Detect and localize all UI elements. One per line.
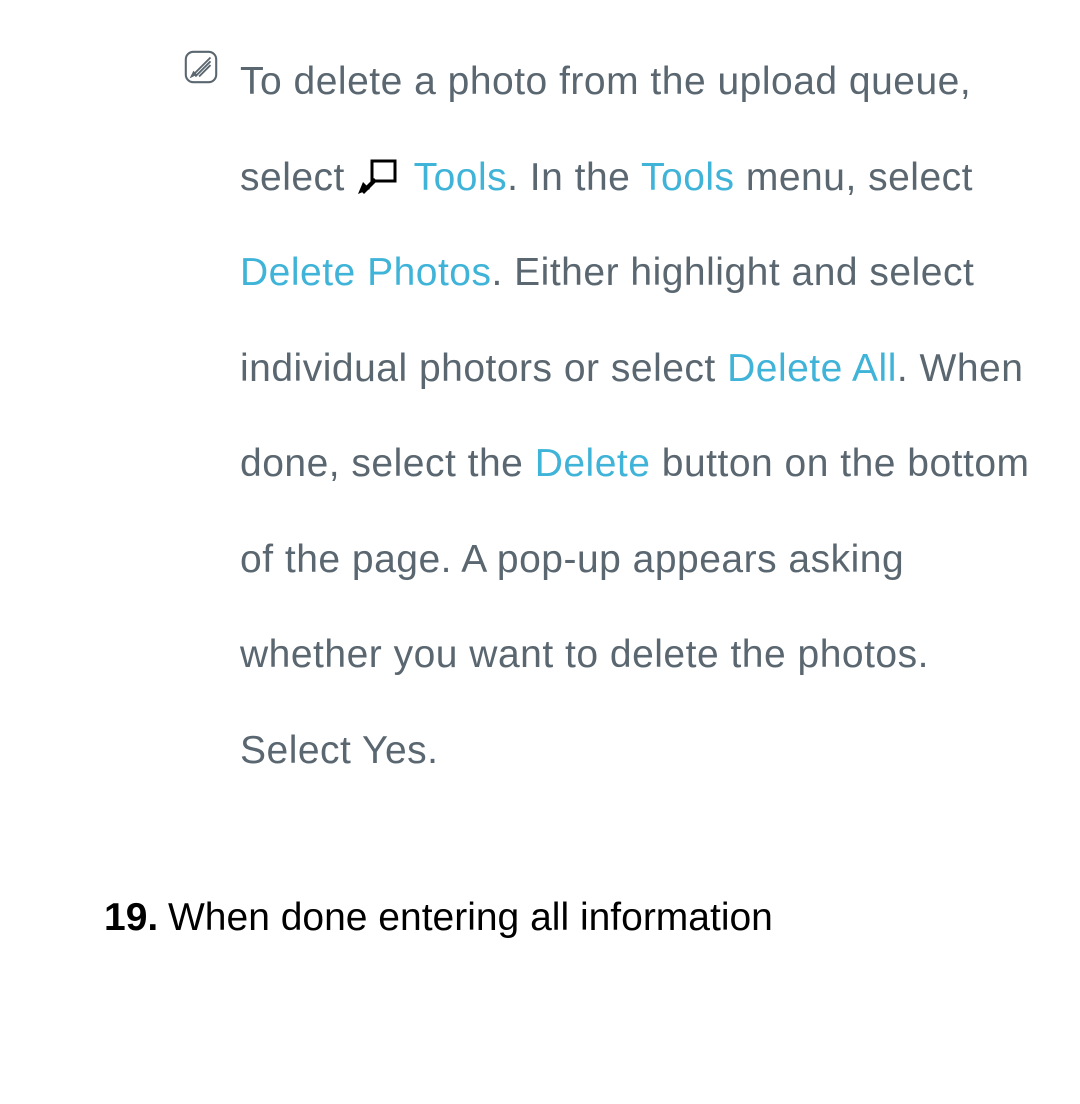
delete-photos-link[interactable]: Delete Photos: [240, 251, 492, 294]
tools-link-2[interactable]: Tools: [641, 156, 735, 199]
delete-all-link[interactable]: Delete All: [727, 347, 897, 390]
step-19-row: 19. When done entering all information: [0, 798, 1080, 966]
note-text-seg3: menu, select: [735, 156, 973, 199]
note-pencil-icon: [182, 48, 220, 86]
delete-link[interactable]: Delete: [535, 442, 651, 485]
step-text: When done entering all information: [168, 870, 773, 966]
note-paragraph: To delete a photo from the upload queue,…: [240, 34, 1042, 798]
note-text-seg2: . In the: [507, 156, 641, 199]
note-block: To delete a photo from the upload queue,…: [0, 0, 1080, 798]
tools-share-icon: [358, 158, 398, 194]
tools-link-1[interactable]: Tools: [414, 156, 508, 199]
note-text-seg6: button on the bottom of the page. A pop-…: [240, 442, 1030, 772]
step-number: 19.: [104, 870, 168, 966]
